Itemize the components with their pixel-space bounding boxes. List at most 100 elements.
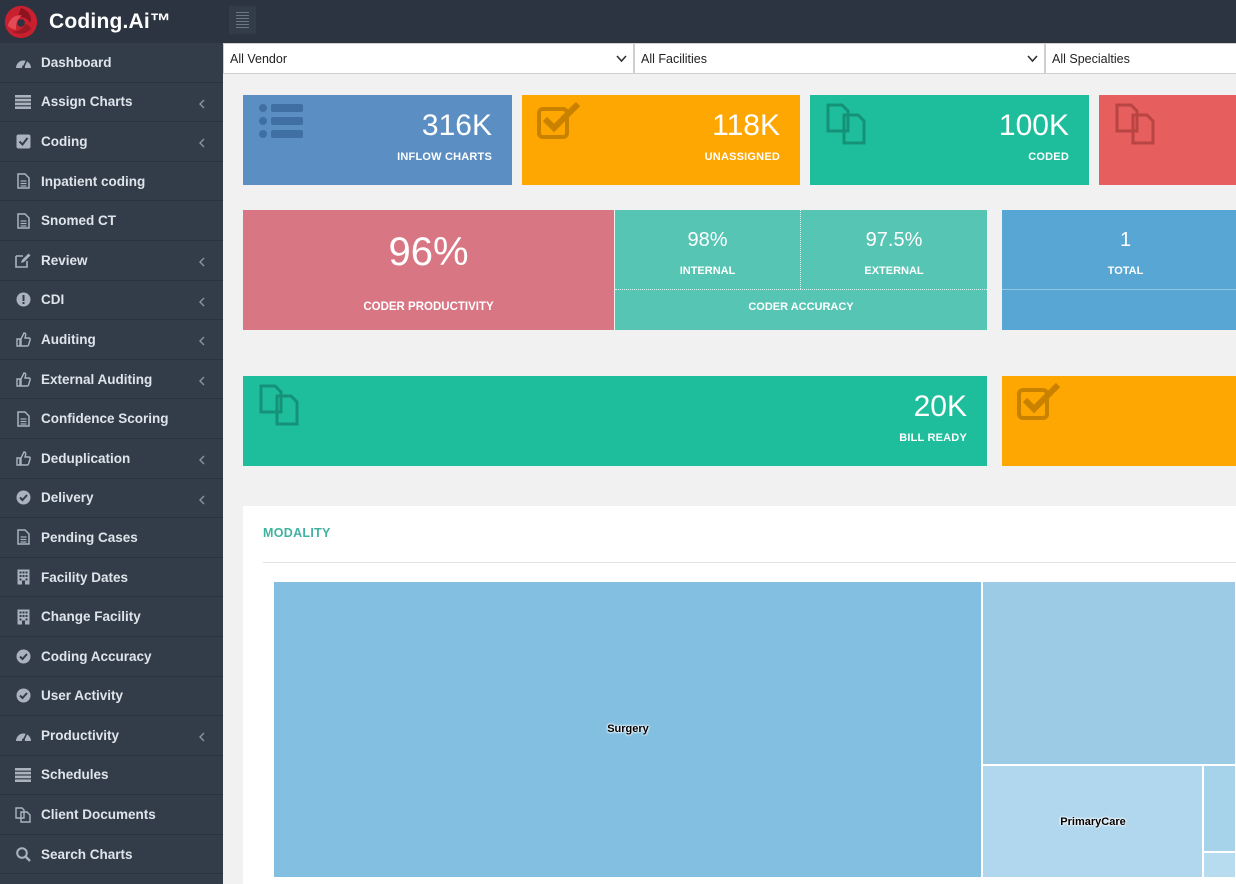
sidebar-item-assign-charts[interactable]: Assign Charts <box>0 83 223 123</box>
sidebar-item-label: User Activity <box>41 688 124 704</box>
sidebar-item-deduplication[interactable]: Deduplication <box>0 439 223 479</box>
sidebar-item-change-facility[interactable]: Change Facility <box>0 597 223 637</box>
sidebar-item-search-charts[interactable]: Search Charts <box>0 835 223 875</box>
sidebar-item-label: Delivery <box>41 490 94 506</box>
sidebar-item-client-documents[interactable]: Client Documents <box>0 795 223 835</box>
sidebar-item-auditing[interactable]: Auditing <box>0 320 223 360</box>
sidebar-item-schedules[interactable]: Schedules <box>0 756 223 796</box>
external-accuracy-label: EXTERNAL <box>864 265 924 277</box>
coded-tile[interactable]: 100K CODED <box>810 95 1089 185</box>
internal-accuracy-cell: 98% <box>615 229 800 252</box>
total-label-cell: TOTAL <box>1002 265 1236 277</box>
checkbox-icon <box>1017 382 1061 420</box>
total-label: TOTAL <box>1107 265 1144 277</box>
sidebar-item-facility-dates[interactable]: Facility Dates <box>0 558 223 598</box>
chevron-left-icon <box>199 493 205 508</box>
dashboard-icon <box>14 726 32 744</box>
check-circle-icon <box>14 647 32 665</box>
sidebar-item-label: Dashboard <box>41 54 112 70</box>
coder-accuracy-label: CODER ACCURACY <box>748 301 854 313</box>
sidebar-item-label: Auditing <box>41 331 96 347</box>
sidebar-item-label: Coding Accuracy <box>41 648 152 664</box>
menu-toggle-button[interactable] <box>229 6 256 34</box>
total-value: 1 <box>1119 229 1132 251</box>
list-icon <box>14 766 32 784</box>
brand[interactable]: Coding.Ai™ <box>0 0 223 43</box>
total-cell: 1 <box>1002 229 1236 252</box>
coded-label: CODED <box>1028 151 1069 163</box>
sidebar-item-coding-accuracy[interactable]: Coding Accuracy <box>0 637 223 677</box>
sidebar-item-label: Schedules <box>41 767 109 783</box>
sidebar-item-snomed-ct[interactable]: Snomed CT <box>0 201 223 241</box>
facilities-select[interactable]: All Facilities <box>634 43 1045 74</box>
sidebar-item-label: Change Facility <box>41 609 141 625</box>
chevron-down-icon <box>1027 55 1038 63</box>
fourth-stat-tile[interactable] <box>1099 95 1236 185</box>
check-circle-icon <box>14 687 32 705</box>
list-icon <box>259 104 303 138</box>
treemap-cell-surgery[interactable]: Surgery <box>273 581 982 878</box>
coder-productivity-tile[interactable]: 96% CODER PRODUCTIVITY <box>243 210 614 330</box>
sidebar: Dashboard Assign Charts Coding Inpatient co… <box>0 43 223 884</box>
chevron-left-icon <box>199 97 205 112</box>
unassigned-tile[interactable]: 118K UNASSIGNED <box>522 95 800 185</box>
document-icon <box>14 212 32 230</box>
coded-value: 100K <box>998 109 1069 142</box>
unassigned-value: 118K <box>712 109 780 142</box>
treemap-cell-primarycare[interactable]: PrimaryCare <box>982 765 1203 878</box>
modality-panel: MODALITY Surgery PrimaryCare <box>243 506 1236 884</box>
sidebar-item-pending-cases[interactable]: Pending Cases <box>0 518 223 558</box>
copy-icon <box>259 384 299 426</box>
sidebar-item-confidence-scoring[interactable]: Confidence Scoring <box>0 399 223 439</box>
panel-divider <box>263 562 1236 563</box>
exclamation-icon <box>14 291 32 309</box>
external-accuracy-label-cell: EXTERNAL <box>801 265 987 277</box>
treemap-cell-label: Surgery <box>607 723 649 735</box>
logo-icon <box>4 5 38 38</box>
bill-ready-label: BILL READY <box>899 432 967 444</box>
sidebar-item-label: Search Charts <box>41 846 133 862</box>
vendor-select[interactable]: All Vendor <box>223 43 634 74</box>
specialties-select[interactable]: All Specialties <box>1045 43 1236 74</box>
thumbs-up-icon <box>14 449 32 467</box>
sidebar-item-cdi[interactable]: CDI <box>0 281 223 321</box>
treemap-cell[interactable] <box>1203 852 1236 878</box>
sidebar-item-user-activity[interactable]: User Activity <box>0 677 223 717</box>
inflow-charts-tile[interactable]: 316K INFLOW CHARTS <box>243 95 512 185</box>
chevron-left-icon <box>199 334 205 349</box>
treemap-cell[interactable] <box>982 581 1236 765</box>
bill-ready-tile[interactable]: 20K BILL READY <box>243 376 987 466</box>
bill-ready-value: 20K <box>913 390 967 423</box>
hamburger-line <box>236 27 249 28</box>
coder-productivity-label: CODER PRODUCTIVITY <box>363 301 494 313</box>
sidebar-item-external-auditing[interactable]: External Auditing <box>0 360 223 400</box>
coder-accuracy-tile[interactable]: 98% INTERNAL 97.5% EXTERNAL CODER ACCURA… <box>615 210 987 330</box>
sidebar-item-delivery[interactable]: Delivery <box>0 479 223 519</box>
search-icon <box>14 845 32 863</box>
internal-accuracy-label: INTERNAL <box>679 265 736 277</box>
inflow-charts-label: INFLOW CHARTS <box>397 151 492 163</box>
sidebar-item-label: Client Documents <box>41 807 156 823</box>
chevron-left-icon <box>199 730 205 745</box>
facilities-select-value: All Facilities <box>641 51 707 66</box>
dashboard-icon <box>14 53 32 71</box>
modality-title: MODALITY <box>263 526 331 540</box>
sidebar-item-review[interactable]: Review <box>0 241 223 281</box>
treemap-cell[interactable] <box>1203 765 1236 852</box>
total-tile[interactable]: 1 TOTAL <box>1002 210 1236 330</box>
chevron-down-icon <box>616 55 627 63</box>
sidebar-item-label: Facility Dates <box>41 569 129 585</box>
filter-bar: All Vendor All Facilities All Specialtie… <box>223 43 1236 74</box>
second-orange-tile[interactable] <box>1002 376 1236 466</box>
sidebar-item-dashboard[interactable]: Dashboard <box>0 43 223 83</box>
chevron-left-icon <box>199 295 205 310</box>
edit-icon <box>14 251 32 269</box>
hamburger-line <box>236 21 249 22</box>
thumbs-up-icon <box>14 330 32 348</box>
sidebar-item-label: Deduplication <box>41 450 131 466</box>
brand-name: Coding.Ai™ <box>49 9 172 33</box>
sidebar-item-inpatient-coding[interactable]: Inpatient coding <box>0 162 223 202</box>
sidebar-item-coding[interactable]: Coding <box>0 122 223 162</box>
building-icon <box>14 568 32 586</box>
sidebar-item-productivity[interactable]: Productivity <box>0 716 223 756</box>
